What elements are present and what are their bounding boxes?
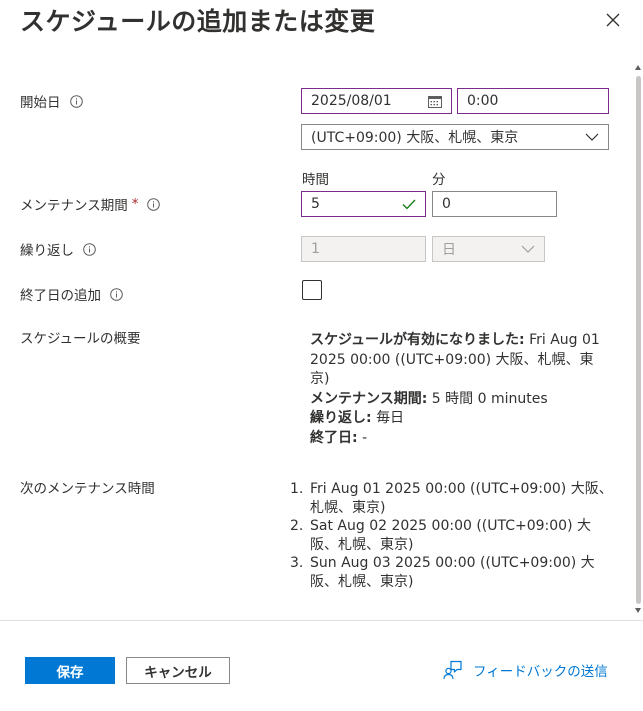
info-icon[interactable] — [147, 197, 161, 211]
cancel-button[interactable]: キャンセル — [126, 657, 230, 684]
scrollbar[interactable] — [634, 62, 643, 618]
list-item: 1. Fri Aug 01 2025 00:00 ((UTC+09:00) 大阪… — [290, 481, 613, 516]
next-maintenance-label: 次のメンテナンス時間 — [20, 481, 155, 497]
next-maintenance-list: 1. Fri Aug 01 2025 00:00 ((UTC+09:00) 大阪… — [290, 480, 615, 591]
repeat-count-input[interactable]: 1 — [301, 236, 426, 262]
schedule-summary: スケジュールが有効になりました: Fri Aug 01 2025 00:00 (… — [310, 331, 610, 448]
duration-minutes-input[interactable]: 0 — [432, 191, 557, 217]
info-icon[interactable] — [69, 94, 83, 108]
scroll-down-arrow[interactable] — [635, 608, 641, 613]
summary-repeat: 繰り返し: 毎日 — [310, 410, 405, 426]
timezone-dropdown[interactable]: (UTC+09:00) 大阪、札幌、東京 — [301, 124, 609, 150]
scrollbar-thumb[interactable] — [636, 76, 641, 604]
scroll-up-arrow[interactable] — [635, 65, 641, 70]
repeat-label: 繰り返し — [20, 239, 96, 259]
hours-header: 時間 — [302, 172, 329, 188]
repeat-unit-dropdown[interactable]: 日 — [432, 236, 545, 262]
start-date-label: 開始日 — [20, 91, 83, 111]
info-icon[interactable] — [110, 287, 123, 301]
required-mark: * — [131, 196, 139, 212]
chevron-down-icon — [521, 245, 535, 253]
calendar-icon[interactable] — [428, 95, 442, 108]
list-item: 3. Sun Aug 03 2025 00:00 ((UTC+09:00) 大阪… — [290, 555, 595, 590]
feedback-link[interactable]: フィードバックの送信 — [443, 660, 608, 680]
summary-duration: メンテナンス期間: 5 時間 0 minutes — [310, 390, 548, 407]
footer-divider — [0, 620, 643, 621]
schedule-summary-label: スケジュールの概要 — [20, 331, 141, 347]
minutes-header: 分 — [432, 172, 446, 188]
close-icon — [606, 13, 620, 27]
add-end-date-label: 終了日の追加 — [20, 284, 123, 304]
start-time-input[interactable]: 0:00 — [457, 88, 609, 114]
add-end-date-checkbox[interactable] — [302, 280, 322, 300]
start-date-input[interactable]: 2025/08/01 — [301, 88, 452, 114]
maintenance-duration-label: メンテナンス期間 * — [20, 194, 161, 214]
info-icon[interactable] — [83, 242, 96, 256]
dialog-title: スケジュールの追加または変更 — [20, 7, 376, 36]
feedback-icon — [443, 660, 462, 680]
save-button[interactable]: 保存 — [25, 657, 115, 684]
close-button[interactable] — [602, 9, 624, 31]
summary-effective: スケジュールが有効になりました: Fri Aug 01 2025 00:00 (… — [310, 332, 600, 387]
duration-hours-input[interactable]: 5 — [301, 191, 426, 217]
list-item: 2. Sat Aug 02 2025 00:00 ((UTC+09:00) 大阪… — [290, 518, 591, 553]
summary-end: 終了日: - — [310, 429, 368, 446]
chevron-down-icon — [585, 133, 599, 141]
check-icon — [402, 199, 416, 210]
